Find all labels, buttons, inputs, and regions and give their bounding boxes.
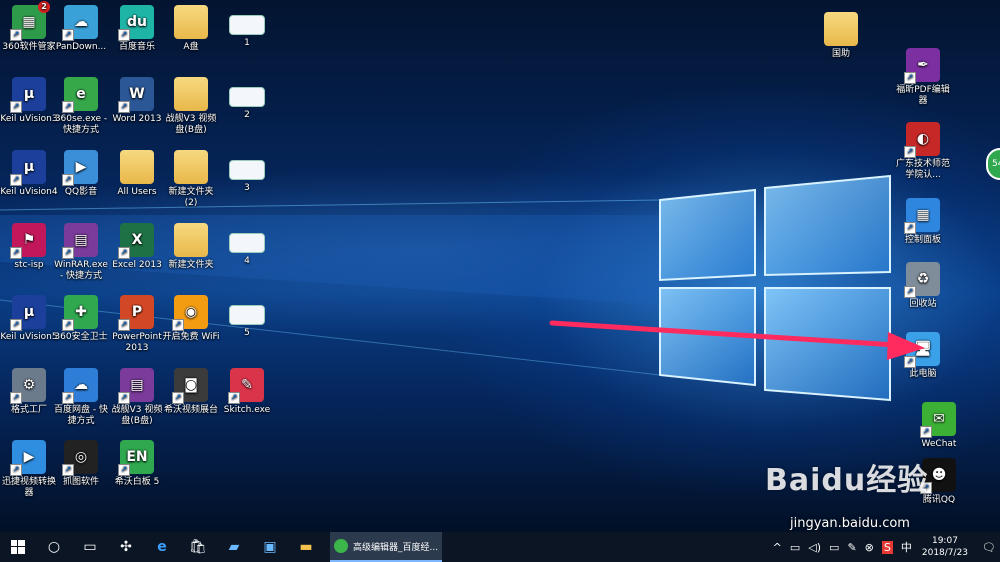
clock-date: 2018/7/23 — [921, 548, 969, 558]
start-button[interactable] — [0, 532, 36, 562]
battery-icon[interactable]: ▭ — [829, 541, 839, 554]
picture-icon: ▣ — [263, 539, 277, 555]
baidu-watermark: Baidu经验 — [765, 463, 929, 498]
fan-icon: ✣ — [120, 539, 132, 555]
taskbar-app-fan[interactable]: ✣ — [108, 532, 144, 562]
desktop[interactable]: ▦ ↗ 2 360软件管家 ☁ ↗ PanDown... du ↗ 百度音乐 A盘 1 μ ↗ Keil u… — [0, 0, 1000, 532]
monitor-icon: ▰ — [228, 539, 240, 555]
circle-icon: ○ — [47, 539, 61, 555]
baidu-watermark-url: jingyan.baidu.com — [790, 516, 910, 531]
taskbar-app-edge[interactable]: e — [144, 532, 180, 562]
annotation-arrow — [549, 320, 925, 360]
windows-icon — [11, 540, 25, 554]
ime-icon[interactable]: 中 — [901, 539, 912, 555]
task-view-icon: ▭ — [83, 539, 97, 555]
volume-icon[interactable]: ◁) — [808, 541, 821, 554]
system-tray: ^ ▭ ◁) ▭ ✎ ⊗ S 中 19:07 2018/7/23 🗨 — [769, 532, 1000, 562]
task-view-button[interactable]: ▭ — [72, 532, 108, 562]
edge-icon: e — [157, 539, 167, 555]
taskbar: ○ ▭ ✣ e 🛍 ▰ ▣ ▬ 高级编辑器_百度经... ^ ▭ ◁) ▭ ✎ … — [0, 532, 1000, 562]
clock[interactable]: 19:07 2018/7/23 — [922, 535, 968, 559]
close-circle-icon[interactable]: ⊗ — [865, 541, 874, 554]
browser-360-icon — [334, 539, 348, 553]
chevron-up-icon[interactable]: ^ — [773, 541, 782, 554]
pen-icon[interactable]: ✎ — [847, 541, 856, 554]
notification-icon[interactable]: 🗨 — [982, 541, 996, 554]
taskbar-app-screen[interactable]: ▰ — [216, 532, 252, 562]
store-icon: 🛍 — [189, 539, 207, 555]
network-icon[interactable]: ▭ — [790, 541, 800, 554]
taskbar-app-picture[interactable]: ▣ — [252, 532, 288, 562]
taskbar-app-explorer[interactable]: ▬ — [288, 532, 324, 562]
folder-icon: ▬ — [299, 539, 313, 555]
taskbar-app-store[interactable]: 🛍 — [180, 532, 216, 562]
cortana-search-button[interactable]: ○ — [36, 532, 72, 562]
clock-time: 19:07 — [931, 536, 958, 546]
taskbar-active-window[interactable]: 高级编辑器_百度经... — [330, 532, 442, 562]
sogou-input-icon[interactable]: S — [881, 540, 893, 554]
active-window-title: 高级编辑器_百度经... — [353, 542, 439, 553]
